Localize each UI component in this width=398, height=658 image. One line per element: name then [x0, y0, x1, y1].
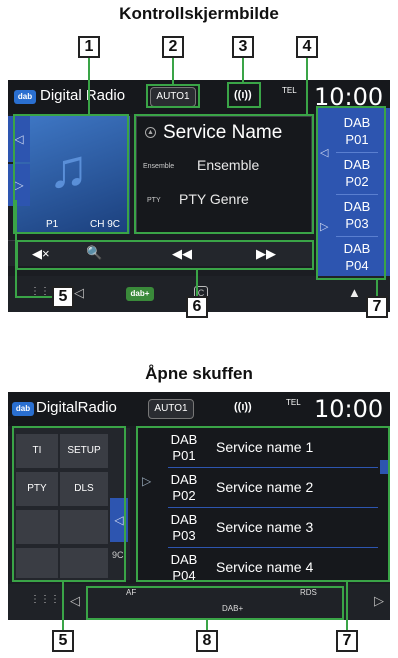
- leader-line: [196, 270, 198, 298]
- dab-logo: dab: [12, 402, 34, 416]
- open-drawer-title: Åpne skuffen: [145, 364, 253, 383]
- control-screen-title: Kontrollskjermbilde: [119, 4, 279, 23]
- callout-6: 6: [186, 296, 208, 318]
- callout-box-2: [146, 84, 200, 108]
- menu-icon[interactable]: ⋮⋮⋮: [30, 594, 60, 605]
- callout-box-8: [86, 586, 344, 620]
- callout-box-4: [134, 114, 314, 234]
- callout-7: 7: [366, 296, 388, 318]
- callout-box-7: [316, 106, 386, 280]
- forward-icon[interactable]: ▷: [374, 593, 384, 609]
- tel-status: TEL: [286, 398, 301, 407]
- dab-logo: dab: [14, 90, 36, 104]
- leader-line: [88, 58, 90, 114]
- callout-4: 4: [296, 36, 318, 58]
- back-icon[interactable]: ◁: [70, 593, 80, 609]
- callout-8: 8: [196, 630, 218, 652]
- tel-status: TEL: [282, 86, 297, 95]
- callout-box-5: [12, 426, 126, 582]
- status-bar: dab DigitalRadio AUTO1 ((ı)) TEL 10:00: [8, 392, 390, 426]
- navigation-icon[interactable]: ▲: [348, 285, 361, 300]
- leader-line: [306, 58, 308, 114]
- callout-box-1: [13, 114, 129, 234]
- clock: 10:00: [314, 395, 384, 423]
- callout-7b: 7: [336, 630, 358, 652]
- app-title: Digital Radio: [40, 87, 126, 104]
- app-title: DigitalRadio: [36, 399, 117, 416]
- callout-1: 1: [78, 36, 100, 58]
- leader-line: [172, 58, 174, 84]
- leader-line: [62, 582, 64, 630]
- callout-3: 3: [232, 36, 254, 58]
- leader-line: [206, 620, 208, 630]
- antenna-icon: ((ı)): [234, 401, 252, 413]
- callout-box-6: [16, 240, 314, 270]
- callout-box-3: [227, 82, 261, 108]
- callout-5: 5: [52, 286, 74, 308]
- leader-line: [242, 58, 244, 82]
- auto-button[interactable]: AUTO1: [148, 399, 194, 419]
- back-icon[interactable]: ◁: [74, 285, 84, 301]
- leader-line: [15, 296, 53, 298]
- leader-line: [346, 582, 348, 630]
- callout-2: 2: [162, 36, 184, 58]
- dab-plus-logo: dab+: [126, 287, 154, 301]
- callout-box-7: [136, 426, 390, 582]
- callout-5b: 5: [52, 630, 74, 652]
- leader-line: [15, 200, 17, 298]
